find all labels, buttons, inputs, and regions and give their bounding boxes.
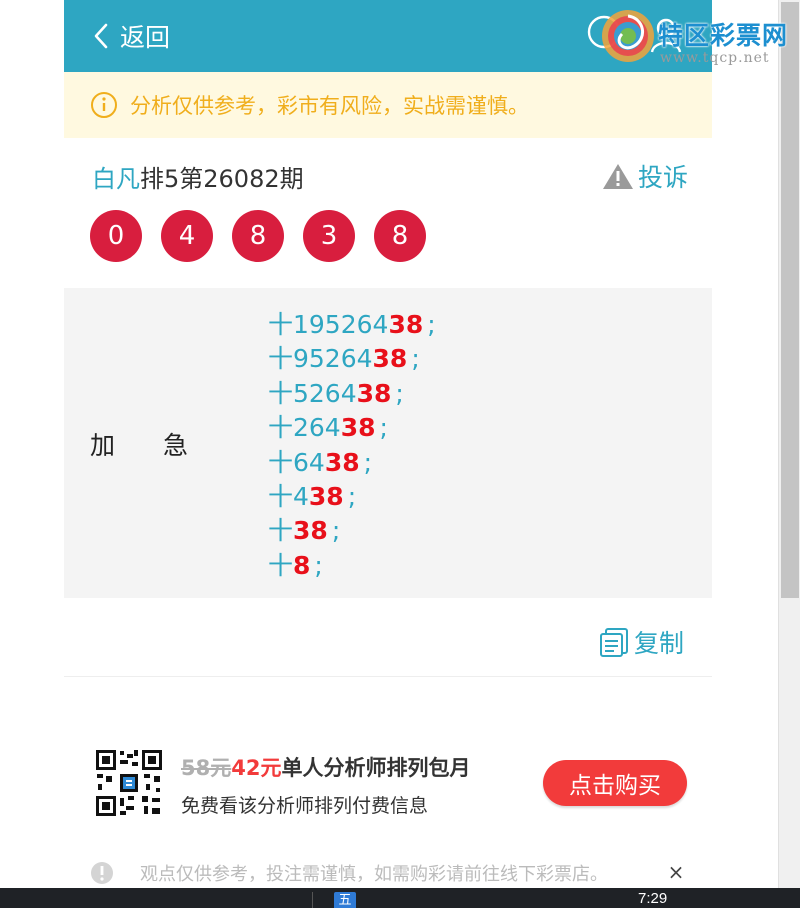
swirl-logo-icon (602, 10, 654, 62)
watermark-url: www.tqcp.net (660, 50, 770, 66)
prediction-line: 十8; (268, 550, 323, 580)
buy-button[interactable]: 点击购买 (543, 760, 687, 806)
prediction-line: 十38; (268, 516, 341, 546)
promo-old-price: 58元 (181, 756, 232, 780)
watermark-name: 特区彩票网 (658, 21, 789, 50)
taskbar-separator (312, 892, 313, 908)
number-ball: 8 (232, 210, 284, 262)
number-ball: 3 (303, 210, 355, 262)
promo-package-name: 单人分析师排列包月 (281, 756, 471, 780)
prediction-line: 十438; (268, 481, 357, 511)
issue-title: 排5第26082期 (140, 164, 304, 193)
risk-notice: 分析仅供参考，彩市有风险，实战需谨慎。 (64, 72, 712, 138)
promo-new-price: 42元 (231, 756, 282, 780)
page-scrollbar[interactable] (778, 0, 800, 888)
number-ball: 0 (90, 210, 142, 262)
copy-icon (600, 628, 628, 657)
qr-code-icon (94, 748, 164, 818)
prediction-line: 十9526438; (268, 344, 420, 374)
taskbar-clock[interactable]: 7:29 (638, 890, 667, 907)
divider (64, 676, 712, 677)
prediction-line: 十19526438; (268, 310, 436, 339)
close-disclaimer-button[interactable]: × (666, 860, 686, 884)
copy-button[interactable]: 复制 (598, 624, 684, 660)
warning-triangle-icon (602, 164, 633, 189)
promo-title: 58元42元单人分析师排列包月 (181, 752, 470, 782)
os-taskbar: 五 7:29 (0, 888, 800, 908)
number-ball: 8 (374, 210, 426, 262)
chevron-left-icon (94, 23, 108, 49)
back-label: 返回 (120, 23, 171, 52)
prediction-panel: 加急 十19526438; 十9526438; 十526438; 十26438;… (64, 288, 712, 598)
number-ball: 4 (161, 210, 213, 262)
copy-label: 复制 (634, 629, 685, 658)
prediction-line: 十6438; (268, 447, 373, 477)
draw-numbers: 0 4 8 3 8 (90, 210, 445, 262)
info-circle-icon (91, 92, 117, 118)
complain-label: 投诉 (637, 163, 688, 192)
page: 返回 特区彩票网 www.tqcp.net 分析仅供参考，彩市有风险，实战需谨慎… (0, 0, 800, 908)
info-circle-icon (91, 862, 113, 884)
back-button[interactable]: 返回 (92, 18, 170, 54)
prediction-label: 加急 (90, 431, 237, 460)
scrollbar-thumb[interactable] (781, 2, 799, 598)
complain-button[interactable]: 投诉 (602, 156, 688, 196)
promo-subtitle: 免费看该分析师排列付费信息 (181, 795, 429, 817)
disclaimer-text: 观点仅供参考，投注需谨慎，如需购彩请前往线下彩票店。 (140, 864, 608, 885)
issue-row: 白凡 排5第26082期 投诉 (92, 156, 688, 196)
analyst-name-link[interactable]: 白凡 (92, 159, 140, 194)
site-watermark: 特区彩票网 www.tqcp.net (598, 6, 800, 70)
prediction-line: 十526438; (268, 378, 404, 408)
prediction-lines: 十19526438; 十9526438; 十526438; 十26438; 十6… (268, 308, 436, 583)
ime-icon[interactable]: 五 (334, 892, 356, 908)
notice-text: 分析仅供参考，彩市有风险，实战需谨慎。 (130, 94, 529, 118)
prediction-line: 十26438; (268, 413, 388, 443)
